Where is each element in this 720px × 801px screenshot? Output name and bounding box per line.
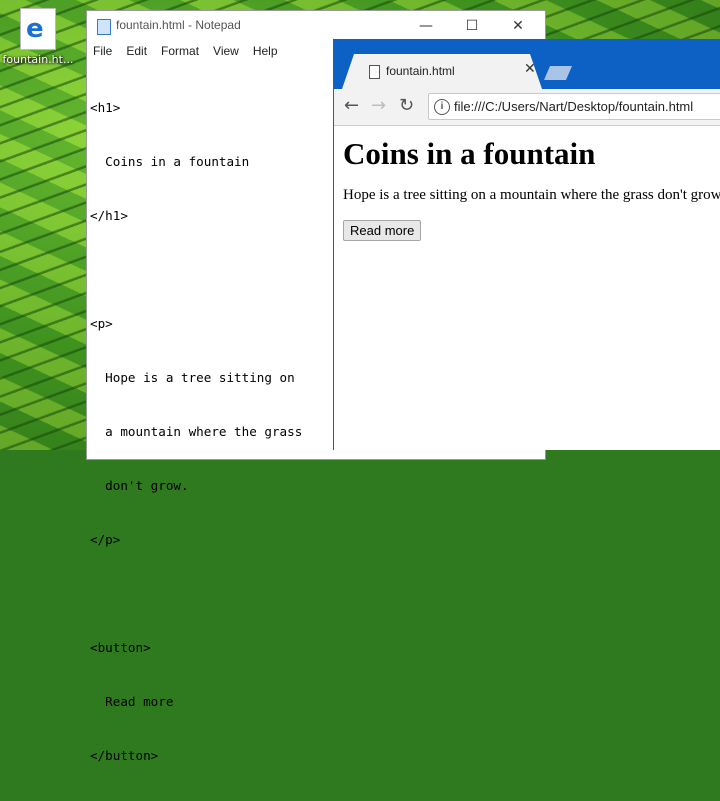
menu-file[interactable]: File xyxy=(87,41,119,61)
editor-line: don't grow. xyxy=(90,478,189,493)
forward-arrow-icon[interactable]: → xyxy=(371,96,386,116)
edge-file-icon: e xyxy=(20,8,56,50)
menu-edit[interactable]: Edit xyxy=(119,41,154,61)
menu-format[interactable]: Format xyxy=(154,41,206,61)
tab-title: fountain.html xyxy=(386,64,455,78)
page-heading: Coins in a fountain xyxy=(343,136,596,171)
tab-close-icon[interactable]: ✕ xyxy=(524,61,536,77)
new-tab-button[interactable] xyxy=(544,66,572,80)
minimize-button[interactable]: — xyxy=(403,11,449,41)
reload-icon[interactable]: ↻ xyxy=(399,96,414,116)
back-arrow-icon[interactable]: ← xyxy=(344,96,359,116)
editor-line: </button> xyxy=(90,748,159,763)
close-button[interactable]: ✕ xyxy=(495,11,541,41)
notepad-app-icon xyxy=(97,19,111,35)
notepad-title: fountain.html - Notepad xyxy=(116,18,241,32)
browser-window: fountain.html ✕ ← → ↻ i file:///C:/Users… xyxy=(333,39,720,450)
document-icon xyxy=(369,65,380,79)
menu-help[interactable]: Help xyxy=(246,41,285,61)
url-text: file:///C:/Users/Nart/Desktop/fountain.h… xyxy=(454,99,694,114)
menu-view[interactable]: View xyxy=(206,41,246,61)
browser-tab[interactable]: fountain.html ✕ xyxy=(342,54,542,89)
editor-line: <button> xyxy=(90,640,151,655)
notepad-titlebar[interactable]: fountain.html - Notepad — ☐ ✕ xyxy=(87,11,545,41)
editor-line: </p> xyxy=(90,532,121,547)
desktop-file-icon[interactable]: e fountain.ht... xyxy=(0,8,76,66)
desktop-icon-label: fountain.ht... xyxy=(2,53,74,66)
read-more-button[interactable]: Read more xyxy=(343,220,422,241)
page-content: Coins in a fountain Hope is a tree sitti… xyxy=(334,135,720,241)
editor-line: Read more xyxy=(90,694,174,709)
browser-toolbar: ← → ↻ i file:///C:/Users/Nart/Desktop/fo… xyxy=(334,89,720,126)
info-icon[interactable]: i xyxy=(434,99,450,115)
page-paragraph: Hope is a tree sitting on a mountain whe… xyxy=(343,187,720,203)
address-bar[interactable]: i file:///C:/Users/Nart/Desktop/fountain… xyxy=(428,93,720,120)
browser-tabstrip: fountain.html ✕ xyxy=(334,39,720,89)
maximize-button[interactable]: ☐ xyxy=(449,11,495,41)
